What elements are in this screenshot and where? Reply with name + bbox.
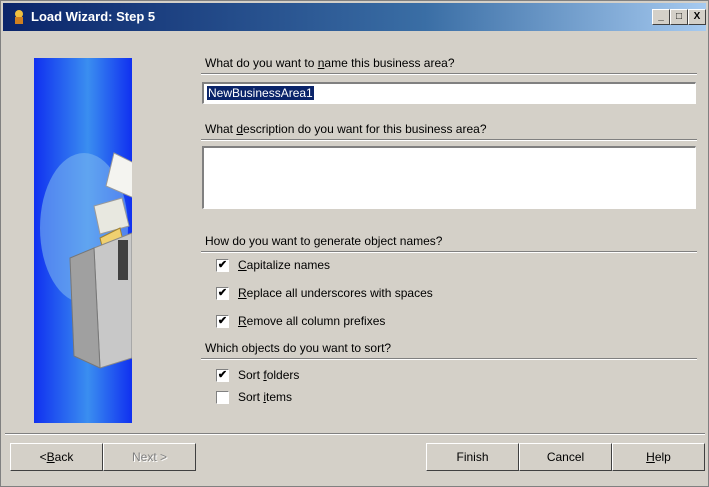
window-title: Load Wizard: Step 5 <box>31 9 156 24</box>
name-question-label: What do you want to name this business a… <box>205 56 455 70</box>
generate-names-question: How do you want to generate object names… <box>205 234 443 248</box>
checkmark-icon[interactable]: ✔ <box>216 368 229 382</box>
sort-divider <box>201 358 697 360</box>
checkmark-icon[interactable]: ✔ <box>216 258 229 272</box>
description-divider <box>201 139 697 141</box>
business-area-description-input[interactable] <box>202 146 696 209</box>
wizard-app-icon <box>15 10 23 24</box>
sort-objects-question: Which objects do you want to sort? <box>205 341 392 355</box>
sort-folders-checkbox[interactable]: ✔ Sort folders <box>216 368 299 382</box>
help-button[interactable]: Help <box>612 443 705 471</box>
title-bar[interactable]: Load Wizard: Step 5 _ □ X <box>3 3 706 31</box>
checkmark-icon[interactable]: ✔ <box>216 314 229 328</box>
description-question-label: What description do you want for this bu… <box>205 122 487 136</box>
generate-divider <box>201 251 697 253</box>
name-divider <box>201 73 697 75</box>
remove-prefixes-checkbox[interactable]: ✔ Remove all column prefixes <box>216 314 385 328</box>
close-button[interactable]: X <box>688 9 706 25</box>
button-bar-divider <box>5 433 705 435</box>
name-input-value: NewBusinessArea1 <box>207 86 314 100</box>
business-area-name-input[interactable]: NewBusinessArea1 <box>202 82 696 104</box>
capitalize-names-checkbox[interactable]: ✔ Capitalize names <box>216 258 330 272</box>
wizard-side-image <box>34 58 132 423</box>
empty-checkbox[interactable] <box>216 390 229 404</box>
replace-underscores-checkbox[interactable]: ✔ Replace all underscores with spaces <box>216 286 433 300</box>
checkmark-icon[interactable]: ✔ <box>216 286 229 300</box>
load-wizard-window: Load Wizard: Step 5 _ □ X What do you wa… <box>0 0 709 487</box>
minimize-button[interactable]: _ <box>652 9 670 25</box>
cancel-button[interactable]: Cancel <box>519 443 612 471</box>
sort-items-checkbox[interactable]: Sort items <box>216 390 292 404</box>
finish-button[interactable]: Finish <box>426 443 519 471</box>
back-button[interactable]: < Back <box>10 443 103 471</box>
wizard-box-illustration <box>40 152 132 369</box>
maximize-button[interactable]: □ <box>670 9 688 25</box>
next-button[interactable]: Next > <box>103 443 196 471</box>
